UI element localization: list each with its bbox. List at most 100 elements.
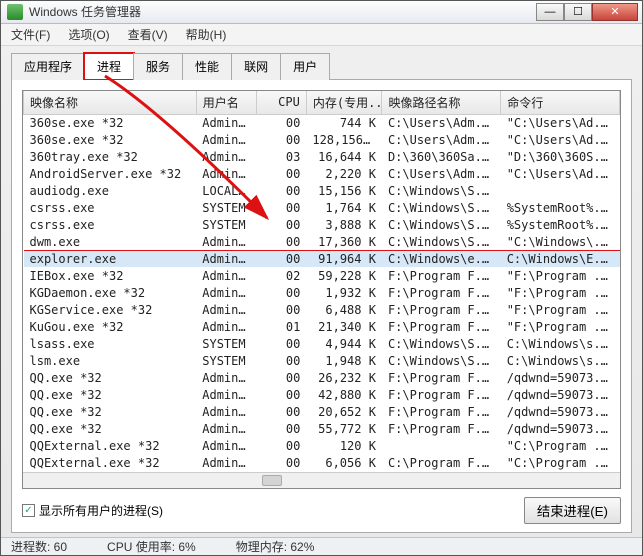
cell-mem: 1,932 K — [306, 284, 382, 301]
cell-user: Admini... — [196, 284, 256, 301]
titlebar[interactable]: Windows 任务管理器 — ☐ ✕ — [1, 1, 642, 24]
cell-cmd: "F:\Program ... — [501, 318, 620, 335]
cell-image: 360tray.exe *32 — [24, 148, 197, 165]
cell-cmd: C:\Windows\s... — [501, 352, 620, 369]
menu-file[interactable]: 文件(F) — [7, 24, 54, 45]
col-command[interactable]: 命令行 — [501, 91, 620, 115]
table-row[interactable]: QQ.exe *32Admini...0042,880 KF:\Program … — [24, 386, 620, 403]
cell-cmd — [501, 182, 620, 199]
col-path[interactable]: 映像路径名称 — [382, 91, 501, 115]
table-row[interactable]: KGService.exe *32Admini...006,488 KF:\Pr… — [24, 301, 620, 318]
cell-cmd: "C:\Users\Ad... — [501, 114, 620, 131]
table-row[interactable]: QQ.exe *32Admini...0026,232 KF:\Program … — [24, 369, 620, 386]
cell-mem: 3,888 K — [306, 216, 382, 233]
tab-users[interactable]: 用户 — [280, 53, 330, 80]
cell-user: Admini... — [196, 369, 256, 386]
cell-path: C:\Program F... — [382, 454, 501, 471]
process-table-wrap[interactable]: 映像名称 用户名 CPU 内存(专用... 映像路径名称 命令行 360se.e… — [22, 90, 621, 489]
cell-mem: 6,056 K — [306, 454, 382, 471]
table-row[interactable]: 360tray.exe *32Admini...0316,644 KD:\360… — [24, 148, 620, 165]
cell-cmd: C:\Windows\s... — [501, 335, 620, 352]
tab-performance[interactable]: 性能 — [182, 53, 232, 80]
end-process-button[interactable]: 结束进程(E) — [524, 497, 621, 524]
cell-cmd: "C:\Windows\... — [501, 233, 620, 250]
table-row[interactable]: QQExternal.exe *32Admini...00120 K"C:\Pr… — [24, 437, 620, 454]
cell-mem: 91,964 K — [306, 250, 382, 267]
menu-options[interactable]: 选项(O) — [64, 24, 113, 45]
cell-cpu: 00 — [257, 250, 307, 267]
col-user[interactable]: 用户名 — [196, 91, 256, 115]
cell-path: F:\Program F... — [382, 301, 501, 318]
cell-cmd: "C:\Program ... — [501, 454, 620, 471]
cell-cmd: /qdwnd=59073... — [501, 386, 620, 403]
cell-path: C:\Windows\S... — [382, 352, 501, 369]
cell-cpu: 00 — [257, 182, 307, 199]
cell-user: Admini... — [196, 267, 256, 284]
cell-cpu: 00 — [257, 369, 307, 386]
table-row[interactable]: csrss.exeSYSTEM001,764 KC:\Windows\S...%… — [24, 199, 620, 216]
maximize-button[interactable]: ☐ — [564, 3, 592, 21]
menu-view[interactable]: 查看(V) — [124, 24, 172, 45]
cell-cpu: 00 — [257, 199, 307, 216]
table-row[interactable]: csrss.exeSYSTEM003,888 KC:\Windows\S...%… — [24, 216, 620, 233]
tab-applications[interactable]: 应用程序 — [11, 53, 85, 80]
cell-cpu: 00 — [257, 131, 307, 148]
menu-help[interactable]: 帮助(H) — [182, 24, 231, 45]
col-memory[interactable]: 内存(专用... — [306, 91, 382, 115]
cell-path: F:\Program F... — [382, 284, 501, 301]
tab-services[interactable]: 服务 — [133, 53, 183, 80]
cell-cmd: "C:\Users\Ad... — [501, 131, 620, 148]
cell-mem: 744 K — [306, 114, 382, 131]
cell-mem: 15,156 K — [306, 182, 382, 199]
cell-path: F:\Program F... — [382, 386, 501, 403]
cell-mem: 1,948 K — [306, 352, 382, 369]
cell-image: IEBox.exe *32 — [24, 267, 197, 284]
cell-cmd: "F:\Program ... — [501, 301, 620, 318]
table-row[interactable]: QQ.exe *32Admini...0055,772 KF:\Program … — [24, 420, 620, 437]
cell-path: C:\Users\Adm... — [382, 131, 501, 148]
tab-processes[interactable]: 进程 — [84, 53, 134, 80]
table-row[interactable]: audiodg.exeLOCAL ...0015,156 KC:\Windows… — [24, 182, 620, 199]
cell-cmd: /qdwnd=59073... — [501, 369, 620, 386]
show-all-users-checkbox[interactable]: ✓ 显示所有用户的进程(S) — [22, 502, 163, 519]
cell-mem: 6,488 K — [306, 301, 382, 318]
table-row[interactable]: dwm.exeAdmini...0017,360 KC:\Windows\S..… — [24, 233, 620, 250]
col-cpu[interactable]: CPU — [257, 91, 307, 115]
cell-mem: 59,228 K — [306, 267, 382, 284]
table-header-row: 映像名称 用户名 CPU 内存(专用... 映像路径名称 命令行 — [24, 91, 620, 115]
table-row[interactable]: QQ.exe *32Admini...0020,652 KF:\Program … — [24, 403, 620, 420]
cell-user: SYSTEM — [196, 216, 256, 233]
cell-cmd: %SystemRoot%... — [501, 199, 620, 216]
cell-cpu: 00 — [257, 352, 307, 369]
cell-mem: 2,220 K — [306, 165, 382, 182]
table-row[interactable]: 360se.exe *32Admini...00128,156 KC:\User… — [24, 131, 620, 148]
scrollbar-thumb[interactable] — [262, 475, 282, 486]
cell-cmd: /qdwnd=59073... — [501, 420, 620, 437]
cell-user: SYSTEM — [196, 335, 256, 352]
table-row[interactable]: 360se.exe *32Admini...00744 KC:\Users\Ad… — [24, 114, 620, 131]
table-row[interactable]: KuGou.exe *32Admini...0121,340 KF:\Progr… — [24, 318, 620, 335]
show-all-users-label: 显示所有用户的进程(S) — [39, 502, 163, 519]
minimize-button[interactable]: — — [536, 3, 564, 21]
cell-cmd: "F:\Program ... — [501, 284, 620, 301]
col-image-name[interactable]: 映像名称 — [24, 91, 197, 115]
cell-cmd: C:\Windows\E... — [501, 250, 620, 267]
statusbar: 进程数: 60 CPU 使用率: 6% 物理内存: 62% — [1, 537, 642, 555]
table-row[interactable]: KGDaemon.exe *32Admini...001,932 KF:\Pro… — [24, 284, 620, 301]
table-row[interactable]: QQExternal.exe *32Admini...006,056 KC:\P… — [24, 454, 620, 471]
table-row[interactable]: lsm.exeSYSTEM001,948 KC:\Windows\S...C:\… — [24, 352, 620, 369]
table-row[interactable]: AndroidServer.exe *32Admini...002,220 KC… — [24, 165, 620, 182]
cell-mem: 17,360 K — [306, 233, 382, 250]
table-row[interactable]: lsass.exeSYSTEM004,944 KC:\Windows\S...C… — [24, 335, 620, 352]
table-row[interactable]: IEBox.exe *32Admini...0259,228 KF:\Progr… — [24, 267, 620, 284]
horizontal-scrollbar[interactable] — [23, 472, 620, 488]
status-process-count: 进程数: 60 — [11, 538, 67, 555]
cell-image: QQ.exe *32 — [24, 420, 197, 437]
close-button[interactable]: ✕ — [592, 3, 638, 21]
cell-image: 360se.exe *32 — [24, 131, 197, 148]
table-row[interactable]: explorer.exeAdmini...0091,964 KC:\Window… — [24, 250, 620, 267]
cell-path: C:\Users\Adm... — [382, 165, 501, 182]
tab-networking[interactable]: 联网 — [231, 53, 281, 80]
cell-user: Admini... — [196, 250, 256, 267]
cell-cpu: 00 — [257, 335, 307, 352]
